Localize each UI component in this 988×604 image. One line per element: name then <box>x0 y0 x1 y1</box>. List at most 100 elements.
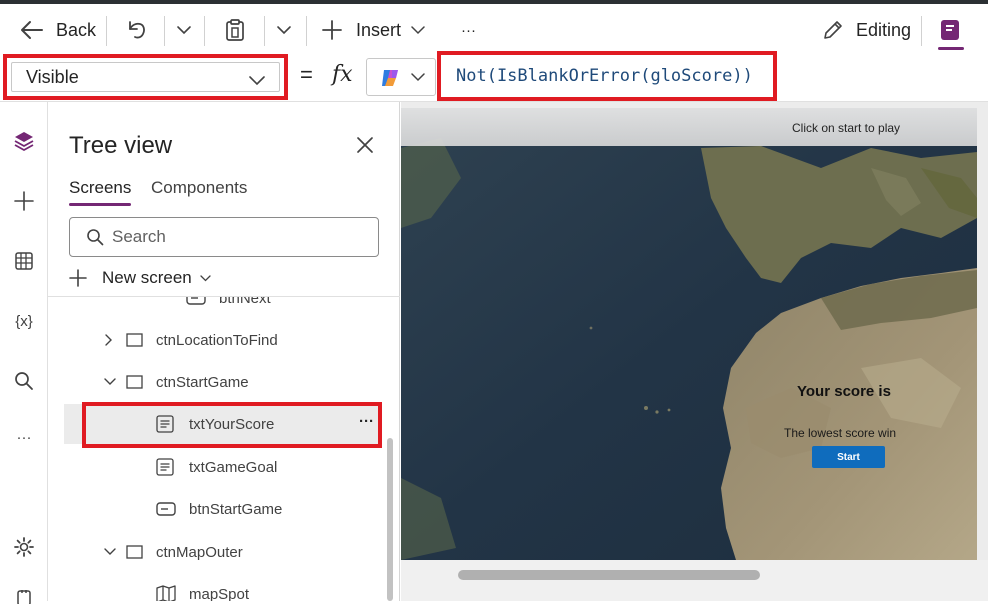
plus-icon <box>14 191 34 211</box>
clipboard-icon <box>226 19 244 41</box>
map-control[interactable] <box>401 108 977 560</box>
equals-sign: = <box>300 62 313 87</box>
tree-scrollbar[interactable] <box>387 438 393 601</box>
search-icon <box>87 229 104 246</box>
back-label: Back <box>56 19 97 40</box>
tree-node-btnstartgame[interactable]: btnStartGame <box>156 489 282 529</box>
separator <box>264 16 265 46</box>
new-screen-label: New screen <box>102 268 192 287</box>
tree-node-label: btnStartGame <box>189 500 283 518</box>
separator <box>106 16 107 46</box>
copilot-button[interactable] <box>366 58 436 96</box>
map-icon <box>156 585 176 601</box>
tree-node-label: ctnLocationToFind <box>156 331 278 349</box>
property-dropdown[interactable]: Visible <box>11 62 280 92</box>
formula-input[interactable]: Not(IsBlankOrError(gloScore)) <box>437 51 777 101</box>
plus-icon <box>322 20 342 40</box>
advanced-tools-button[interactable] <box>0 590 48 604</box>
editing-mode-button[interactable]: Editing <box>821 4 911 56</box>
tree-node-ctnstartgame[interactable]: ctnStartGame <box>104 362 249 402</box>
chevron-down-icon <box>249 76 265 86</box>
tab-components[interactable]: Components <box>151 178 247 198</box>
paste-dropdown-button[interactable] <box>276 4 292 56</box>
search-input[interactable]: Search <box>69 217 379 257</box>
tree-node-label: ctnStartGame <box>156 373 249 391</box>
pencil-icon <box>824 21 842 39</box>
insert-button[interactable]: Insert <box>322 4 425 56</box>
back-button[interactable]: Back <box>20 4 96 56</box>
undo-button[interactable] <box>126 4 148 56</box>
game-goal-text[interactable]: The lowest score win <box>784 426 896 440</box>
close-panel-button[interactable] <box>354 134 376 156</box>
insert-label: Insert <box>356 19 402 40</box>
data-button[interactable] <box>0 248 48 274</box>
chevron-right-icon[interactable] <box>104 333 114 347</box>
chevron-down-icon[interactable] <box>104 377 116 387</box>
search-icon <box>15 372 33 390</box>
active-tab-indicator <box>938 47 964 50</box>
active-tab-indicator <box>69 203 131 206</box>
tree-node-label: txtGameGoal <box>189 458 278 476</box>
table-icon <box>15 252 33 270</box>
button-control-icon <box>156 502 176 516</box>
tree-view-button[interactable] <box>0 128 48 154</box>
chevron-down-icon <box>177 26 191 35</box>
new-screen-button[interactable]: New screen <box>69 266 211 290</box>
plus-icon <box>69 269 87 287</box>
insert-rail-button[interactable] <box>0 188 48 214</box>
search-rail-button[interactable] <box>0 368 48 394</box>
canvas-footer <box>401 560 988 601</box>
design-canvas: Click on start to play Your score is The… <box>401 102 988 601</box>
tree-list: btnNext ctnLocationToFind ctnStartGame t… <box>48 297 393 601</box>
chevron-down-icon <box>277 26 291 35</box>
copilot-icon <box>382 70 398 86</box>
variables-button[interactable]: {x} <box>0 308 48 334</box>
search-placeholder: Search <box>112 227 166 246</box>
separator <box>204 16 205 46</box>
command-bar: Back Insert ··· Editing <box>0 4 988 56</box>
chevron-down-icon <box>200 274 211 281</box>
tree-node-btnnext[interactable]: btnNext <box>186 297 271 318</box>
canvas-scrollbar[interactable] <box>458 570 760 580</box>
tree-node-mapspot[interactable]: mapSpot <box>156 574 249 601</box>
chevron-down-icon <box>411 25 425 34</box>
editing-label: Editing <box>856 19 912 40</box>
property-value: Visible <box>26 66 79 87</box>
left-rail: {x} ··· <box>0 102 48 604</box>
paste-button[interactable] <box>224 4 246 56</box>
play-hint-text: Click on start to play <box>792 121 901 135</box>
notebook-icon <box>941 20 959 40</box>
tools-icon <box>17 590 31 604</box>
satellite-map-image <box>401 108 977 560</box>
start-game-button[interactable]: Start <box>812 446 885 468</box>
tree-node-label: ctnMapOuter <box>156 543 243 561</box>
button-control-icon <box>186 297 206 305</box>
layers-icon <box>14 132 34 152</box>
fx-icon: fx <box>332 62 353 87</box>
panel-title: Tree view <box>69 132 173 159</box>
separator <box>921 16 922 46</box>
undo-dropdown-button[interactable] <box>176 4 192 56</box>
chevron-down-icon <box>411 73 425 82</box>
selection-highlight <box>82 402 382 448</box>
chevron-down-icon[interactable] <box>104 547 116 557</box>
more-rail-button[interactable]: ··· <box>0 424 48 450</box>
container-icon <box>126 333 143 347</box>
more-commands-button[interactable]: ··· <box>461 4 476 56</box>
tree-view-panel: Tree view Screens Components Search New … <box>48 102 400 601</box>
text-control-icon <box>156 458 174 476</box>
tree-node-txtgamegoal[interactable]: txtGameGoal <box>156 447 277 487</box>
container-icon <box>126 375 143 389</box>
tree-node-ctnmapouter[interactable]: ctnMapOuter <box>104 532 243 572</box>
more-icon: ··· <box>16 428 32 446</box>
tree-node-ctnlocationtofind[interactable]: ctnLocationToFind <box>104 320 278 360</box>
gear-icon <box>14 537 34 557</box>
settings-button[interactable] <box>0 534 48 560</box>
score-title-text[interactable]: Your score is <box>797 383 891 400</box>
undo-icon <box>129 21 145 39</box>
separator <box>306 16 307 46</box>
tab-screens[interactable]: Screens <box>69 178 131 198</box>
separator <box>164 16 165 46</box>
property-dropdown-highlight: Visible <box>3 54 288 100</box>
formula-text: Not(IsBlankOrError(gloScore)) <box>456 66 753 86</box>
